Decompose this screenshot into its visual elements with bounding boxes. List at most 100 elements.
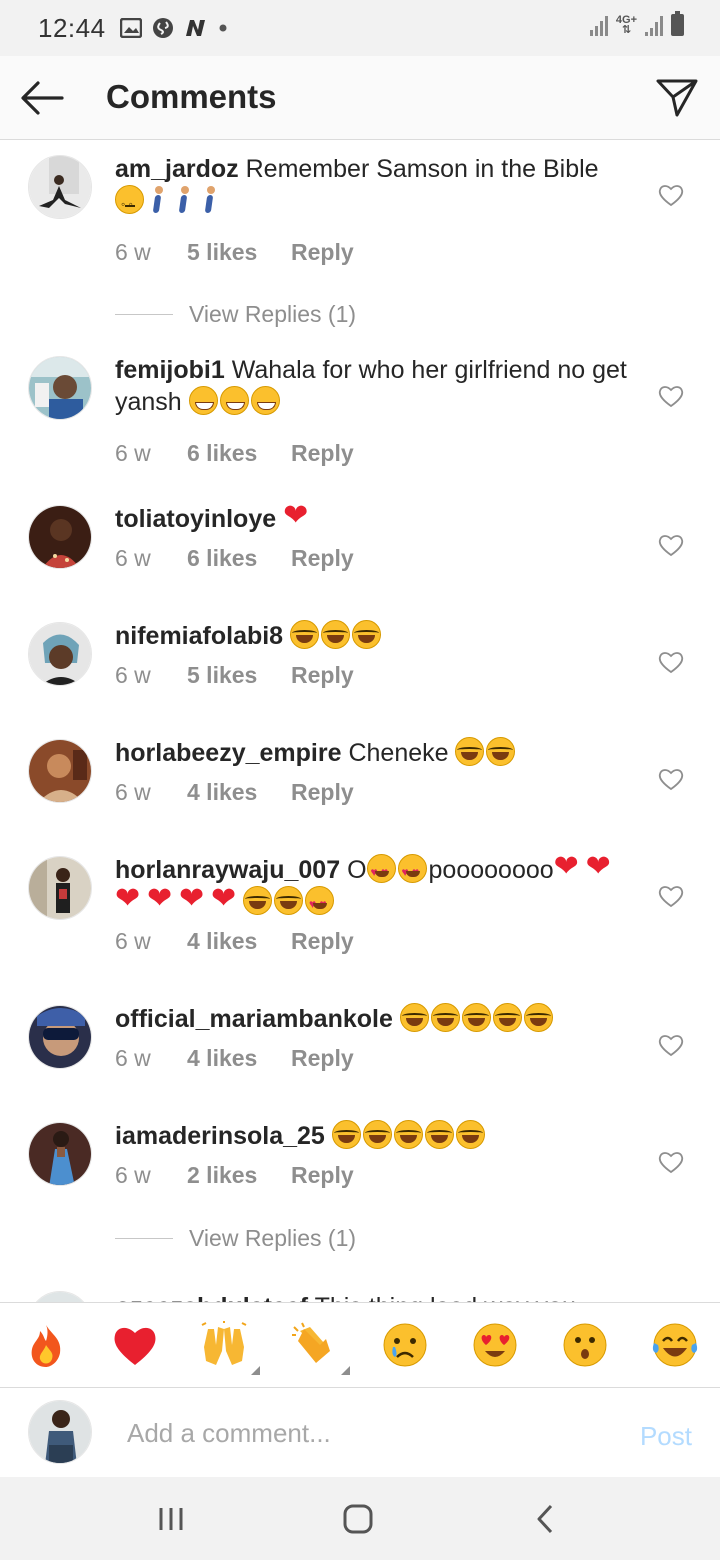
comment-meta: 6 w 4 likes Reply xyxy=(115,779,354,806)
tears-of-joy-icon xyxy=(523,1003,553,1032)
avatar[interactable] xyxy=(28,1005,92,1069)
comment-text: Remember Samson in the Bible xyxy=(245,155,599,183)
like-heart-icon[interactable] xyxy=(658,1033,684,1057)
reply-button[interactable]: Reply xyxy=(291,239,354,266)
back-arrow-icon[interactable] xyxy=(18,76,66,120)
comment-username[interactable]: femijobi1 xyxy=(115,356,225,384)
avatar[interactable] xyxy=(28,356,92,420)
likes-count[interactable]: 4 likes xyxy=(187,1045,291,1072)
heart-eyes-icon[interactable] xyxy=(471,1321,519,1369)
dot-icon xyxy=(219,24,227,32)
news-app-icon xyxy=(185,20,205,36)
comment-input[interactable] xyxy=(127,1415,597,1451)
comment-body: nifemiafolabi8 xyxy=(115,620,635,652)
likes-count[interactable]: 5 likes xyxy=(187,662,291,689)
comment-meta: 6 w 4 likes Reply xyxy=(115,928,354,955)
more-variants-indicator xyxy=(251,1366,260,1375)
avatar[interactable] xyxy=(28,739,92,803)
comment-text: poooooooo xyxy=(428,856,554,884)
reply-button[interactable]: Reply xyxy=(291,928,354,955)
comment-body: femijobi1 Wahala for who her girlfriend … xyxy=(115,354,635,420)
tears-of-joy-icon xyxy=(393,1120,423,1149)
comment-username[interactable]: horlabeezy_empire xyxy=(115,739,342,767)
comment-username[interactable]: horlanraywaju_007 xyxy=(115,856,340,884)
crying-face-icon[interactable] xyxy=(381,1321,429,1369)
tears-of-joy-icon xyxy=(430,1003,460,1032)
person-walking-icon xyxy=(146,185,170,214)
home-icon[interactable] xyxy=(340,1501,376,1537)
avatar[interactable] xyxy=(28,505,92,569)
quick-reactions-bar xyxy=(0,1302,720,1388)
avatar[interactable] xyxy=(28,1122,92,1186)
avatar[interactable] xyxy=(28,155,92,219)
raising-hands-icon xyxy=(201,1321,247,1365)
app-header: Comments xyxy=(0,56,720,140)
reply-button[interactable]: Reply xyxy=(291,440,354,467)
red-heart-icon xyxy=(586,851,616,883)
view-replies-label: View Replies (1) xyxy=(189,301,357,327)
back-nav-icon[interactable] xyxy=(528,1501,564,1537)
comment-body: am_jardoz Remember Samson in the Bible xyxy=(115,153,635,220)
comment-time: 6 w xyxy=(115,779,151,805)
red-heart-icon[interactable] xyxy=(111,1321,159,1369)
status-indicators: 4G+ ⇅ xyxy=(589,11,684,36)
like-heart-icon[interactable] xyxy=(658,1150,684,1174)
post-button[interactable]: Post xyxy=(640,1421,692,1452)
raising-hands-button[interactable] xyxy=(200,1321,260,1375)
comment-username[interactable]: toliatoyinloye xyxy=(115,505,276,533)
view-replies-button[interactable]: View Replies (1) xyxy=(115,1225,356,1252)
like-heart-icon[interactable] xyxy=(658,767,684,791)
red-heart-icon xyxy=(554,851,584,883)
tears-of-joy-icon xyxy=(399,1003,429,1032)
recent-apps-icon[interactable] xyxy=(153,1501,189,1537)
clapping-hands-button[interactable] xyxy=(290,1321,350,1375)
avatar[interactable] xyxy=(28,856,92,920)
signal-icon-2 xyxy=(645,14,663,36)
comment-meta: 6 w 5 likes Reply xyxy=(115,239,354,266)
comment-username[interactable]: official_mariambankole xyxy=(115,1005,393,1033)
network-label: 4G+ xyxy=(615,14,637,26)
like-heart-icon[interactable] xyxy=(658,384,684,408)
tears-of-joy-icon xyxy=(492,1003,522,1032)
likes-count[interactable]: 5 likes xyxy=(187,239,291,266)
likes-count[interactable]: 6 likes xyxy=(187,440,291,467)
person-walking-icon xyxy=(198,185,222,214)
avatar[interactable] xyxy=(28,622,92,686)
comment-username[interactable]: am_jardoz xyxy=(115,155,239,183)
tears-of-joy-icon xyxy=(486,737,516,766)
my-avatar xyxy=(28,1400,92,1464)
reply-button[interactable]: Reply xyxy=(291,1045,354,1072)
likes-count[interactable]: 2 likes xyxy=(187,1162,291,1189)
tears-of-joy-icon xyxy=(424,1120,454,1149)
likes-count[interactable]: 6 likes xyxy=(187,545,291,572)
comment-username[interactable]: iamaderinsola_25 xyxy=(115,1122,325,1150)
like-heart-icon[interactable] xyxy=(658,650,684,674)
like-heart-icon[interactable] xyxy=(658,884,684,908)
heart-eyes-icon xyxy=(366,854,396,888)
reply-button[interactable]: Reply xyxy=(291,545,354,572)
red-heart-icon xyxy=(283,500,313,532)
like-heart-icon[interactable] xyxy=(658,183,684,207)
page-title: Comments xyxy=(106,78,277,115)
shazam-icon xyxy=(152,18,173,38)
reply-button[interactable]: Reply xyxy=(291,779,354,806)
direct-message-icon[interactable] xyxy=(654,74,700,120)
comment-meta: 6 w 2 likes Reply xyxy=(115,1162,354,1189)
like-heart-icon[interactable] xyxy=(658,533,684,557)
face-with-rolling-eyes-icon xyxy=(115,185,144,220)
likes-count[interactable]: 4 likes xyxy=(187,779,291,806)
comment-username[interactable]: ozeezabdulateef xyxy=(115,1293,308,1302)
reply-button[interactable]: Reply xyxy=(291,1162,354,1189)
avatar[interactable] xyxy=(28,1291,92,1302)
grinning-face-icon xyxy=(250,386,280,420)
reply-button[interactable]: Reply xyxy=(291,662,354,689)
heart-eyes-icon xyxy=(397,854,427,888)
view-replies-button[interactable]: View Replies (1) xyxy=(115,301,356,328)
comment-list[interactable]: am_jardoz Remember Samson in the Bible 6… xyxy=(0,141,720,1302)
comment-username[interactable]: nifemiafolabi8 xyxy=(115,622,283,650)
tears-of-joy-icon[interactable] xyxy=(651,1321,699,1369)
network-type: 4G+ ⇅ xyxy=(615,14,637,36)
hushed-face-icon[interactable] xyxy=(561,1321,609,1369)
likes-count[interactable]: 4 likes xyxy=(187,928,291,955)
fire-icon[interactable] xyxy=(22,1321,70,1369)
